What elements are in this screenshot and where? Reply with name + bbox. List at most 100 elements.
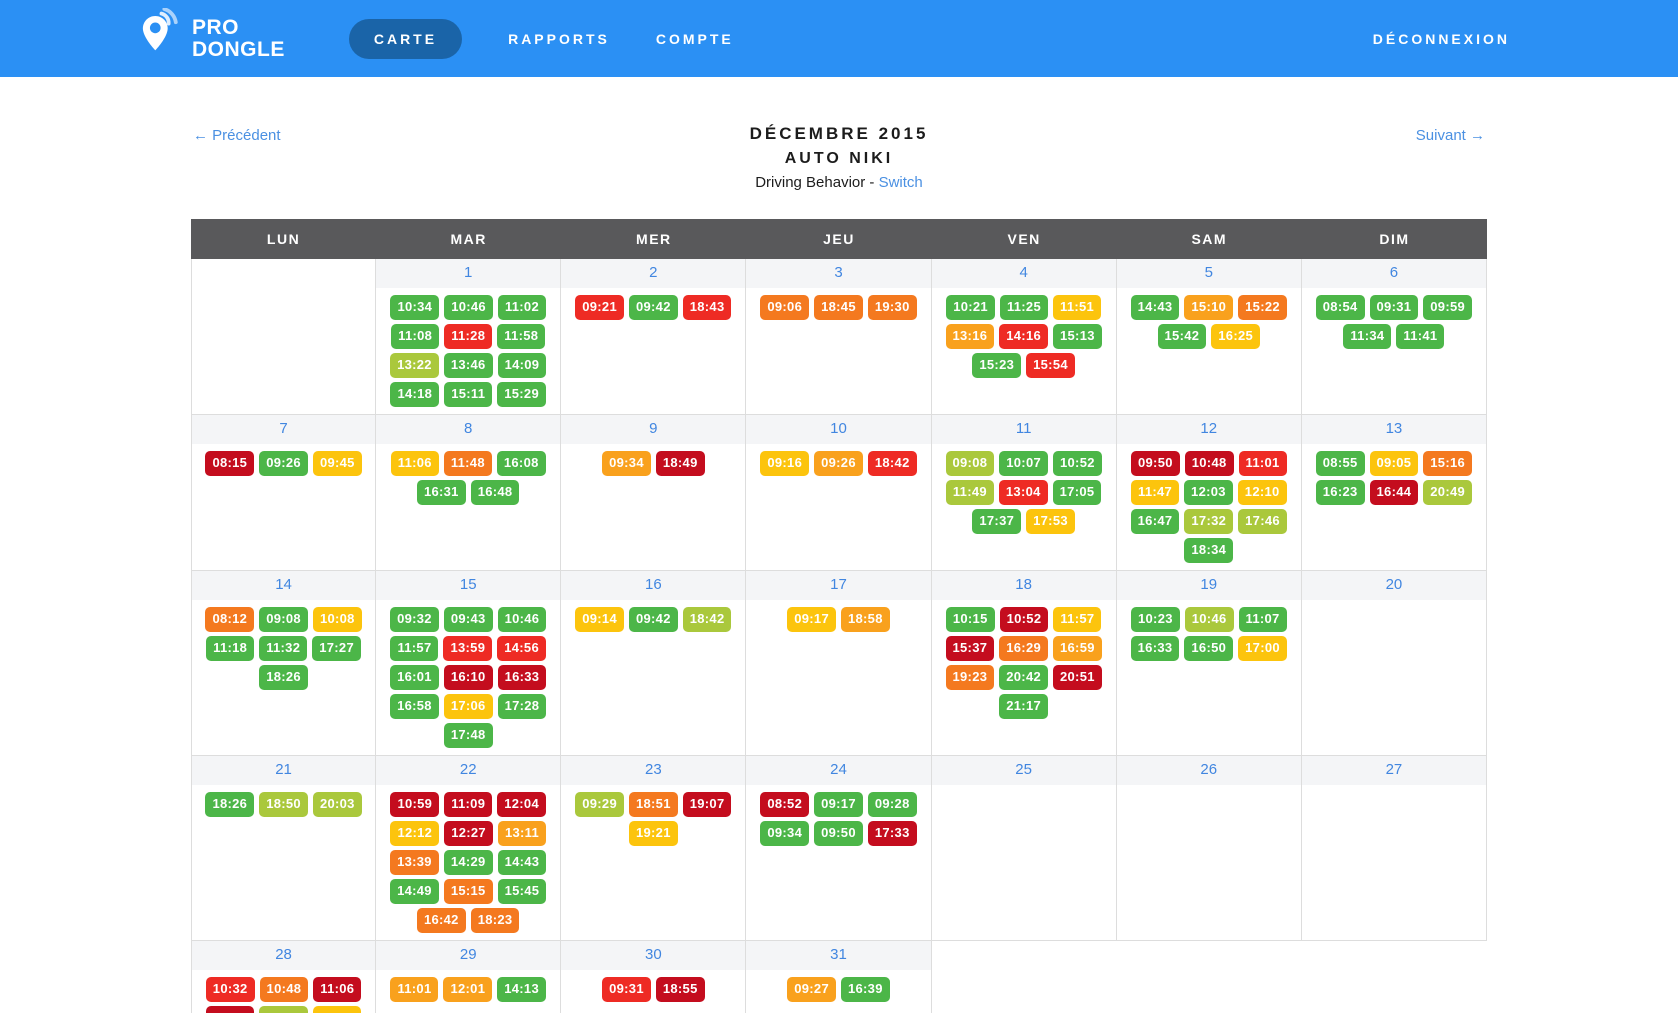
time-badge[interactable]: 09:43 xyxy=(444,607,493,632)
time-badge[interactable]: 09:05 xyxy=(1370,451,1419,476)
time-badge[interactable]: 09:50 xyxy=(1131,451,1180,476)
time-badge[interactable]: 15:10 xyxy=(1184,295,1233,320)
day-number[interactable]: 29 xyxy=(376,941,560,970)
day-number[interactable]: 30 xyxy=(561,941,745,970)
time-badge[interactable]: 14:43 xyxy=(498,850,547,875)
time-badge[interactable]: 11:47 xyxy=(1131,480,1179,505)
time-badge[interactable]: 14:29 xyxy=(444,850,493,875)
time-badge[interactable]: 17:32 xyxy=(1184,509,1233,534)
day-number[interactable]: 9 xyxy=(561,415,745,444)
time-badge[interactable]: 12:10 xyxy=(1238,480,1287,505)
day-number[interactable]: 15 xyxy=(376,571,560,600)
time-badge[interactable]: 14:43 xyxy=(1131,295,1180,320)
logout-link[interactable]: DÉCONNEXION xyxy=(1373,31,1510,47)
day-number[interactable]: 1 xyxy=(376,259,560,288)
day-number[interactable]: 28 xyxy=(192,941,375,970)
time-badge[interactable]: 18:55 xyxy=(656,977,705,1002)
time-badge[interactable]: 09:08 xyxy=(946,451,995,476)
time-badge[interactable]: 09:21 xyxy=(575,295,624,320)
time-badge[interactable]: 09:42 xyxy=(629,607,678,632)
time-badge[interactable]: 14:56 xyxy=(497,636,546,661)
time-badge[interactable]: 10:59 xyxy=(390,792,439,817)
time-badge[interactable]: 18:49 xyxy=(656,451,705,476)
time-badge[interactable]: 10:34 xyxy=(390,295,439,320)
time-badge[interactable]: 09:34 xyxy=(760,821,809,846)
time-badge[interactable]: 12:12 xyxy=(390,821,439,846)
time-badge[interactable]: 11:41 xyxy=(1396,324,1444,349)
time-badge[interactable]: 13:59 xyxy=(443,636,492,661)
time-badge[interactable]: 09:59 xyxy=(1423,295,1472,320)
time-badge[interactable]: 16:25 xyxy=(1211,324,1260,349)
time-badge[interactable]: 08:54 xyxy=(1316,295,1365,320)
time-badge[interactable]: 18:42 xyxy=(868,451,917,476)
time-badge[interactable]: 10:32 xyxy=(206,977,255,1002)
time-badge[interactable]: 14:09 xyxy=(498,353,547,378)
day-number[interactable]: 12 xyxy=(1117,415,1301,444)
time-badge[interactable]: 11:06 xyxy=(391,451,439,476)
time-badge[interactable]: 15:45 xyxy=(498,879,547,904)
time-badge[interactable]: 09:28 xyxy=(868,792,917,817)
time-badge[interactable]: 15:42 xyxy=(1158,324,1207,349)
time-badge[interactable]: 15:54 xyxy=(1026,353,1075,378)
time-badge[interactable]: 11:36 xyxy=(206,1006,254,1013)
day-number[interactable]: 4 xyxy=(932,259,1116,288)
day-number[interactable]: 3 xyxy=(746,259,930,288)
day-number[interactable]: 19 xyxy=(1117,571,1301,600)
time-badge[interactable]: 10:46 xyxy=(1185,607,1234,632)
time-badge[interactable]: 11:01 xyxy=(390,977,438,1002)
time-badge[interactable]: 19:30 xyxy=(868,295,917,320)
time-badge[interactable]: 11:48 xyxy=(444,451,492,476)
time-badge[interactable]: 16:47 xyxy=(1131,509,1180,534)
day-number[interactable]: 16 xyxy=(561,571,745,600)
time-badge[interactable]: 16:39 xyxy=(841,977,890,1002)
time-badge[interactable]: 18:50 xyxy=(259,792,308,817)
day-number[interactable]: 8 xyxy=(376,415,560,444)
time-badge[interactable]: 15:15 xyxy=(444,879,493,904)
day-number[interactable]: 14 xyxy=(192,571,375,600)
time-badge[interactable]: 10:52 xyxy=(1053,451,1102,476)
time-badge[interactable]: 10:52 xyxy=(1000,607,1049,632)
time-badge[interactable]: 11:18 xyxy=(206,636,254,661)
time-badge[interactable]: 11:01 xyxy=(1239,451,1287,476)
time-badge[interactable]: 18:43 xyxy=(683,295,732,320)
day-number[interactable]: 5 xyxy=(1117,259,1301,288)
time-badge[interactable]: 13:22 xyxy=(390,353,439,378)
nav-item-rapports[interactable]: RAPPORTS xyxy=(508,31,610,47)
time-badge[interactable]: 17:27 xyxy=(312,636,361,661)
time-badge[interactable]: 17:48 xyxy=(444,723,493,748)
time-badge[interactable]: 17:46 xyxy=(1238,509,1287,534)
time-badge[interactable]: 09:27 xyxy=(787,977,836,1002)
day-number[interactable]: 10 xyxy=(746,415,930,444)
day-number[interactable]: 11 xyxy=(932,415,1116,444)
time-badge[interactable]: 11:57 xyxy=(390,636,438,661)
time-badge[interactable]: 10:08 xyxy=(313,607,362,632)
time-badge[interactable]: 16:10 xyxy=(444,665,493,690)
time-badge[interactable]: 08:52 xyxy=(760,792,809,817)
prodongle-logo[interactable]: PRO DONGLE xyxy=(140,8,285,69)
time-badge[interactable]: 20:49 xyxy=(1423,480,1472,505)
time-badge[interactable]: 09:45 xyxy=(313,451,362,476)
time-badge[interactable]: 14:18 xyxy=(390,382,439,407)
time-badge[interactable]: 17:00 xyxy=(1238,636,1287,661)
time-badge[interactable]: 16:29 xyxy=(999,636,1048,661)
time-badge[interactable]: 15:23 xyxy=(972,353,1021,378)
time-badge[interactable]: 11:28 xyxy=(444,324,492,349)
time-badge[interactable]: 16:31 xyxy=(417,480,466,505)
time-badge[interactable]: 17:06 xyxy=(444,694,493,719)
time-badge[interactable]: 14:13 xyxy=(497,977,546,1002)
time-badge[interactable]: 16:44 xyxy=(1370,480,1419,505)
time-badge[interactable]: 19:23 xyxy=(946,665,995,690)
previous-month-link[interactable]: ← Précédent xyxy=(193,127,281,144)
time-badge[interactable]: 17:33 xyxy=(868,821,917,846)
time-badge[interactable]: 09:17 xyxy=(814,792,863,817)
time-badge[interactable]: 18:23 xyxy=(471,908,520,933)
time-badge[interactable]: 15:37 xyxy=(946,636,995,661)
time-badge[interactable]: 14:16 xyxy=(999,324,1048,349)
time-badge[interactable]: 18:26 xyxy=(205,792,254,817)
time-badge[interactable]: 18:51 xyxy=(629,792,678,817)
time-badge[interactable]: 10:46 xyxy=(444,295,493,320)
time-badge[interactable]: 18:58 xyxy=(841,607,890,632)
time-badge[interactable]: 16:01 xyxy=(390,665,439,690)
time-badge[interactable]: 11:02 xyxy=(498,295,546,320)
time-badge[interactable]: 11:25 xyxy=(1000,295,1048,320)
